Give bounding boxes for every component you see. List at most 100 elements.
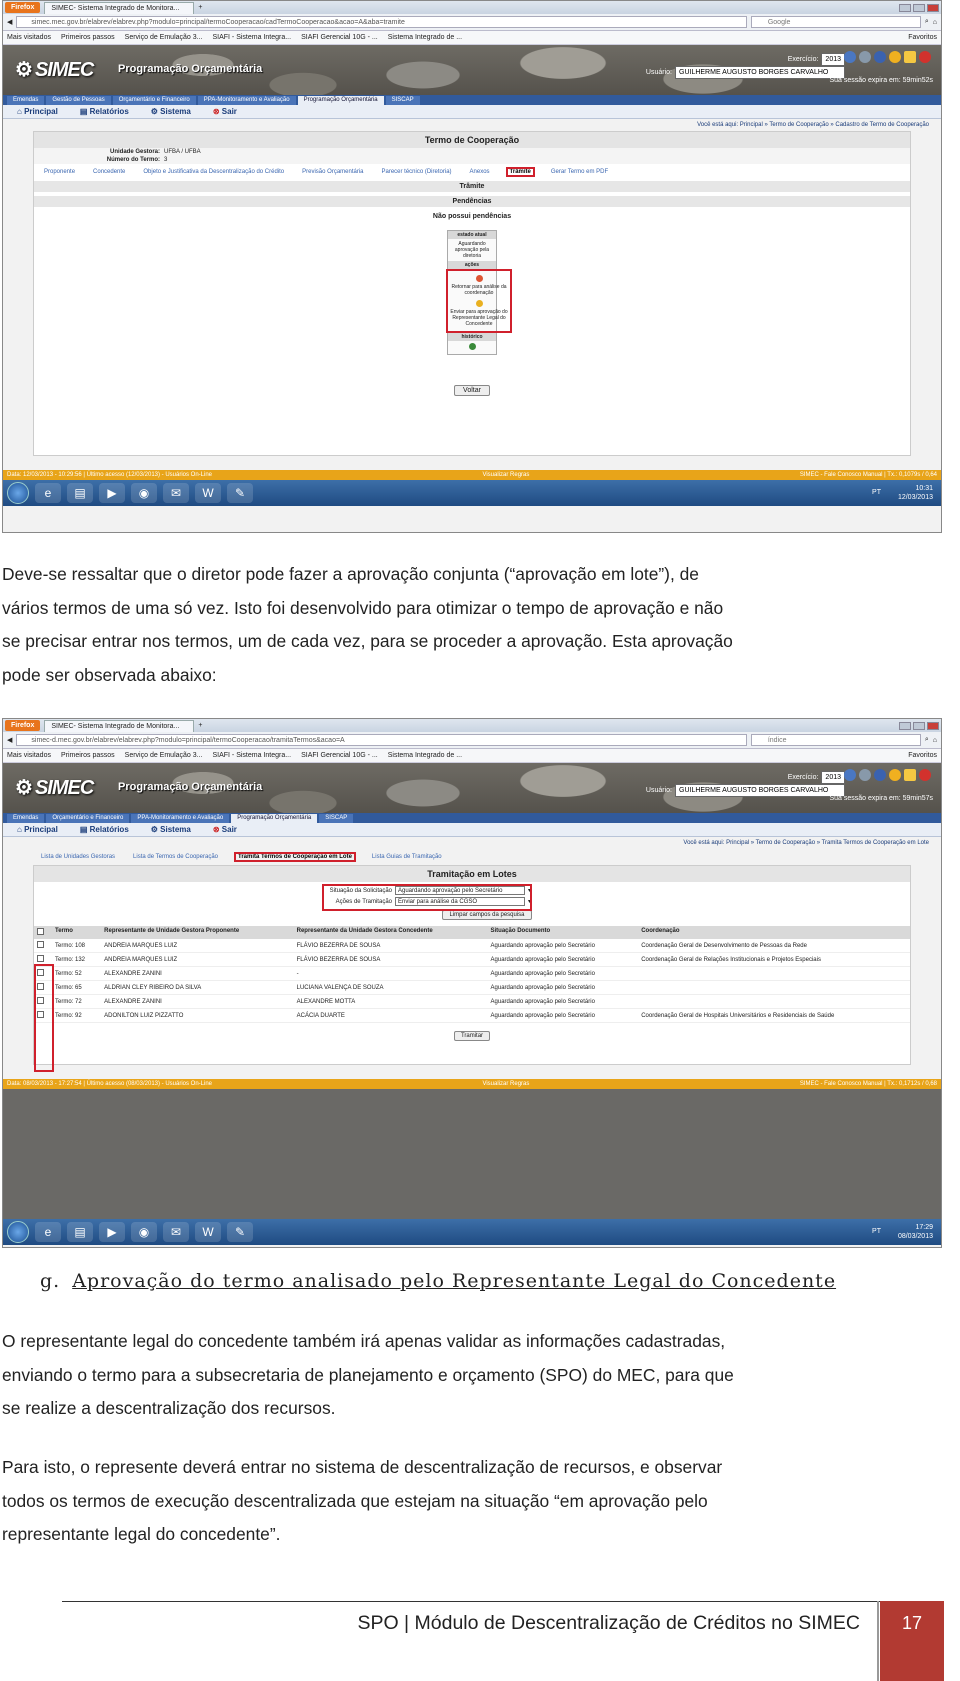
visualizar-regras-link[interactable]: Visualizar Regras <box>482 1081 529 1087</box>
bookmark-item[interactable]: Sistema Integrado de ... <box>388 34 462 41</box>
firefox-icon[interactable]: ◉ <box>131 483 157 503</box>
row-checkbox[interactable] <box>37 955 44 962</box>
language-tray[interactable]: PT <box>872 489 881 496</box>
home-icon[interactable]: ⌂ <box>933 19 937 26</box>
minimize-icon[interactable] <box>899 721 911 730</box>
select-all-checkbox[interactable] <box>37 928 44 935</box>
module-tab[interactable]: SISCAP <box>385 96 420 105</box>
address-bar[interactable]: simec-d.mec.gov.br/elabrev/elabrev.php?m… <box>16 734 747 746</box>
tab-previsao[interactable]: Previsão Orçamentária <box>302 169 363 175</box>
status-right[interactable]: SIMEC - Fale Conosco Manual | Tx.: 0,171… <box>800 1081 937 1087</box>
close-icon[interactable] <box>927 3 939 12</box>
outlook-icon[interactable]: ✉ <box>163 483 189 503</box>
tab-anexos[interactable]: Anexos <box>470 169 490 175</box>
bookmark-item[interactable]: SIAFI Gerencial 10G - ... <box>301 34 378 41</box>
word-icon[interactable]: W <box>195 1222 221 1242</box>
close-icon[interactable] <box>919 769 931 781</box>
minimize-icon[interactable] <box>899 3 911 12</box>
bookmark-item[interactable]: Primeiros passos <box>61 752 115 759</box>
ie-icon[interactable]: e <box>35 1222 61 1242</box>
menu-sistema[interactable]: ⚙ Sistema <box>151 825 191 834</box>
star-icon[interactable] <box>889 769 901 781</box>
module-tab[interactable]: Gestão de Pessoas <box>46 96 111 105</box>
browser-tab[interactable]: SIMEC- Sistema Integrado de Monitora... <box>44 719 195 732</box>
module-tab[interactable]: SISCAP <box>319 814 354 823</box>
module-tab[interactable]: PPA-Monitoramento e Avaliação <box>197 96 296 105</box>
favorites-button[interactable]: Favoritos <box>908 752 937 759</box>
search-icon[interactable]: ⌕ <box>925 736 929 744</box>
tool-icon[interactable]: ✎ <box>227 1222 253 1242</box>
tool-icon[interactable]: ✎ <box>227 483 253 503</box>
historico-icon[interactable] <box>448 341 496 354</box>
new-tab-button[interactable]: + <box>198 4 202 11</box>
acao-retornar[interactable]: Retornar para análise da coordenação <box>448 273 510 298</box>
word-icon[interactable]: W <box>195 483 221 503</box>
tab-objeto[interactable]: Objeto e Justificativa da Descentralizaç… <box>143 169 284 175</box>
home-icon[interactable]: ⌂ <box>933 737 937 744</box>
menu-sair[interactable]: ⊗ Sair <box>213 825 237 834</box>
close-icon[interactable] <box>919 51 931 63</box>
print-icon[interactable] <box>859 769 871 781</box>
search-box[interactable]: índice <box>750 734 921 746</box>
users-icon[interactable] <box>844 769 856 781</box>
tab-proponente[interactable]: Proponente <box>44 169 75 175</box>
start-button[interactable] <box>7 482 29 504</box>
ie-icon[interactable]: e <box>35 483 61 503</box>
start-button[interactable] <box>7 1221 29 1243</box>
help-icon[interactable] <box>874 769 886 781</box>
menu-sistema[interactable]: ⚙ Sistema <box>151 107 191 116</box>
bookmark-item[interactable]: Serviço de Emulação 3... <box>125 752 203 759</box>
new-tab-button[interactable]: + <box>198 722 202 729</box>
language-tray[interactable]: PT <box>872 1228 881 1235</box>
tab-tramite[interactable]: Trâmite <box>505 167 535 177</box>
folder-icon[interactable] <box>904 51 916 63</box>
usuario-select[interactable]: GUILHERME AUGUSTO BORGES CARVALHO <box>675 66 845 79</box>
tab-gerar-pdf[interactable]: Gerar Termo em PDF <box>551 169 608 175</box>
tab-parecer[interactable]: Parecer técnico (Diretoria) <box>382 169 452 175</box>
media-icon[interactable]: ▶ <box>99 1222 125 1242</box>
exercicio-select[interactable]: 2013 <box>821 771 845 784</box>
bookmark-item[interactable]: Mais visitados <box>7 34 51 41</box>
bookmark-item[interactable]: SIAFI - Sistema Integra... <box>212 34 291 41</box>
module-tab-active[interactable]: Programação Orçamentária <box>231 814 318 823</box>
menu-principal[interactable]: ⌂ Principal <box>17 825 58 834</box>
folder-icon[interactable] <box>904 769 916 781</box>
tab-lista-termos[interactable]: Lista de Termos de Cooperação <box>133 854 218 860</box>
favorites-button[interactable]: Favoritos <box>908 34 937 41</box>
bookmark-item[interactable]: Sistema Integrado de ... <box>388 752 462 759</box>
menu-sair[interactable]: ⊗ Sair <box>213 107 237 116</box>
tab-concedente[interactable]: Concedente <box>93 169 125 175</box>
module-tab[interactable]: Orçamentário e Financeiro <box>46 814 130 823</box>
module-tab[interactable]: Emendas <box>7 814 45 823</box>
bookmark-item[interactable]: SIAFI - Sistema Integra... <box>212 752 291 759</box>
search-icon[interactable]: ⌕ <box>925 18 929 26</box>
limpar-button[interactable]: Limpar campos da pesquisa <box>442 910 532 920</box>
browser-tab[interactable]: SIMEC- Sistema Integrado de Monitora... <box>44 1 195 14</box>
firefox-icon[interactable]: ◉ <box>131 1222 157 1242</box>
help-icon[interactable] <box>874 51 886 63</box>
close-icon[interactable] <box>927 721 939 730</box>
firefox-menu-button[interactable]: Firefox <box>5 2 41 13</box>
print-icon[interactable] <box>859 51 871 63</box>
acao-enviar[interactable]: Enviar para aprovação do Representante L… <box>448 298 510 329</box>
maximize-icon[interactable] <box>913 3 925 12</box>
module-tab[interactable]: Orçamentário e Financeiro <box>112 96 196 105</box>
tab-tramita-lote[interactable]: Tramita Termos de Cooperação em Lote <box>234 852 356 862</box>
module-tab[interactable]: PPA-Monitoramento e Avaliação <box>131 814 230 823</box>
search-box[interactable]: Google <box>750 16 921 28</box>
outlook-icon[interactable]: ✉ <box>163 1222 189 1242</box>
tab-guias[interactable]: Lista Guias de Tramitação <box>372 854 442 860</box>
bookmark-item[interactable]: SIAFI Gerencial 10G - ... <box>301 752 378 759</box>
tramitar-button[interactable]: Tramitar <box>453 1031 491 1041</box>
bookmark-item[interactable]: Primeiros passos <box>61 34 115 41</box>
users-icon[interactable] <box>844 51 856 63</box>
maximize-icon[interactable] <box>913 721 925 730</box>
firefox-menu-button[interactable]: Firefox <box>5 720 41 731</box>
bookmark-item[interactable]: Serviço de Emulação 3... <box>125 34 203 41</box>
exercicio-select[interactable]: 2013 <box>821 53 845 66</box>
usuario-select[interactable]: GUILHERME AUGUSTO BORGES CARVALHO <box>675 784 845 797</box>
menu-relatorios[interactable]: ▤ Relatórios <box>80 825 129 834</box>
back-arrow-icon[interactable]: ◀ <box>7 18 12 26</box>
tab-lista-unidades[interactable]: Lista de Unidades Gestoras <box>41 854 115 860</box>
status-right[interactable]: SIMEC - Fale Conosco Manual | Tx.: 0,107… <box>800 472 937 478</box>
